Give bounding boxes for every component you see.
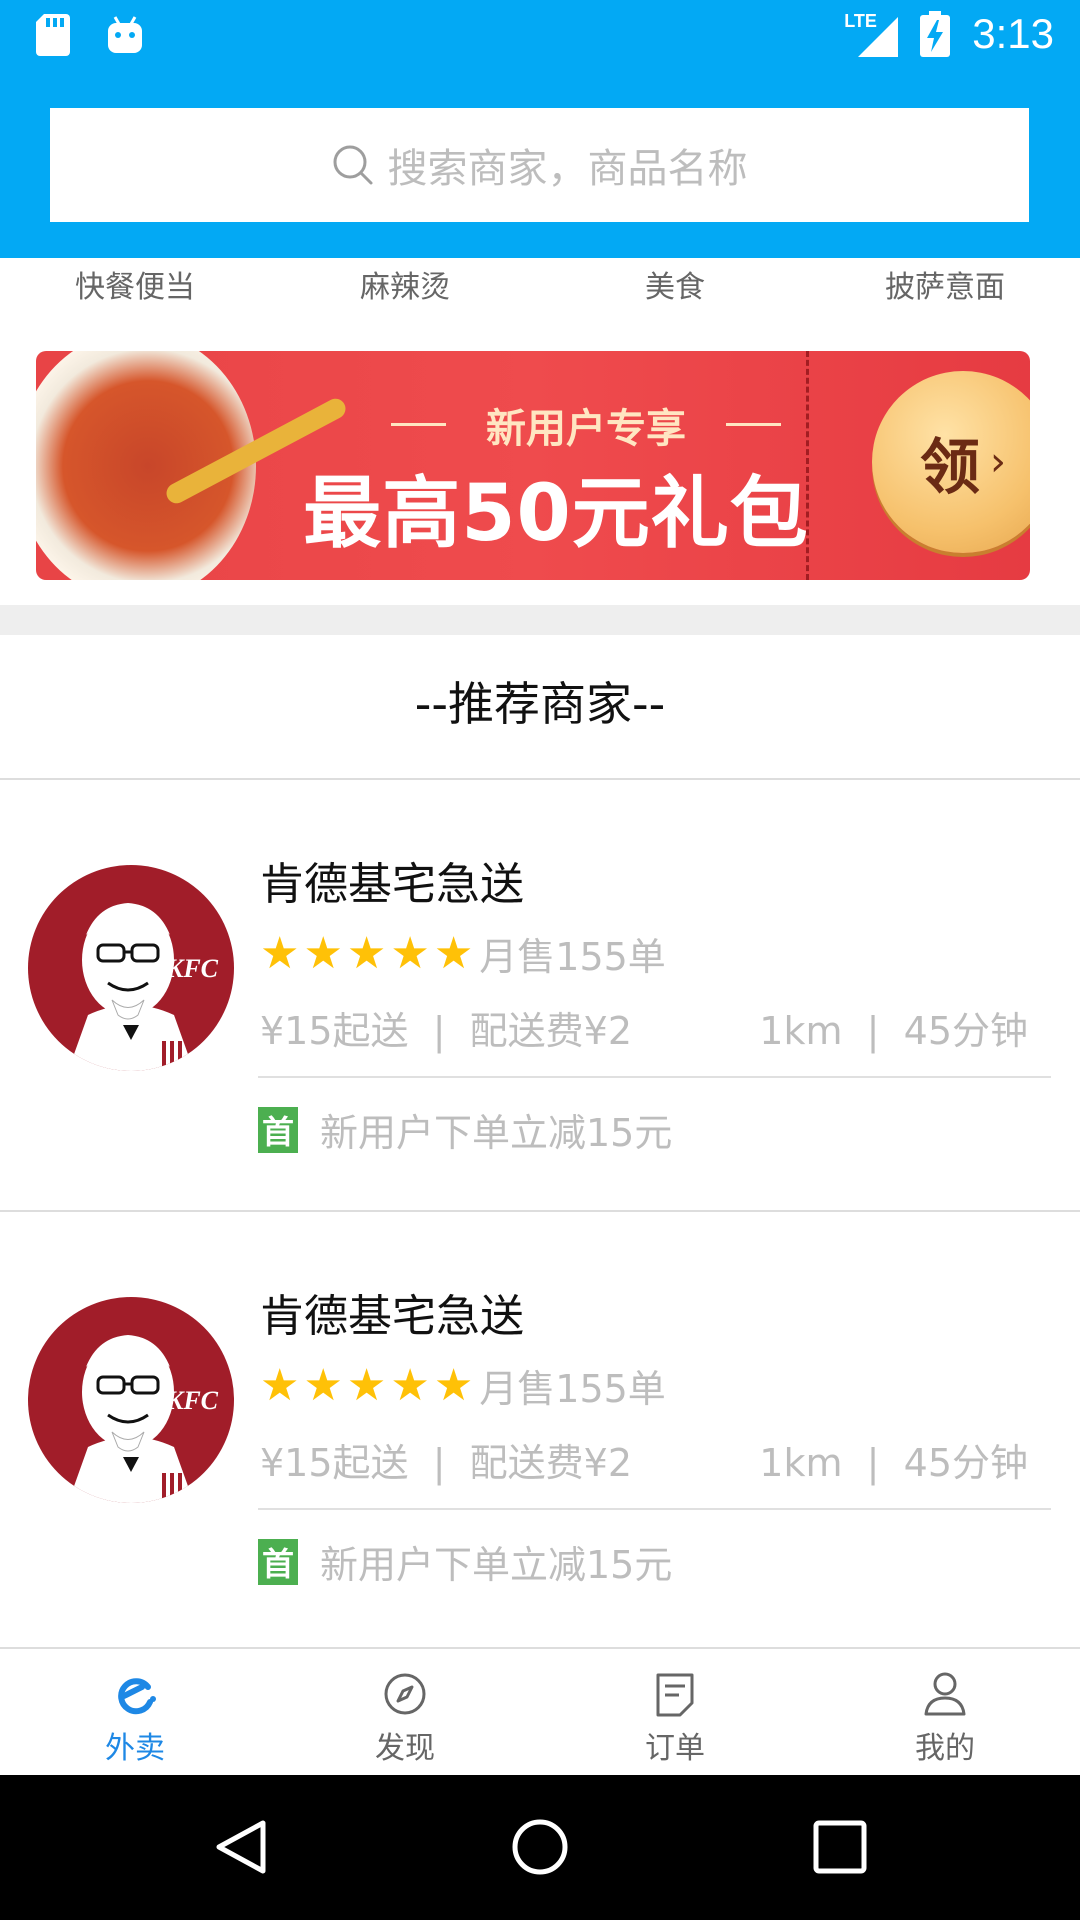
star-icon: ★ — [260, 927, 300, 979]
app-header: LTE 3:13 搜索商家，商品名称 — [0, 0, 1080, 258]
promo-banner[interactable]: 新用户专享 最高50元礼包 领 › — [36, 351, 1030, 580]
search-icon — [333, 145, 372, 185]
banner-subtitle: 新用户专享 — [486, 406, 686, 452]
status-right: LTE 3:13 — [844, 10, 1054, 58]
section-gap — [0, 605, 1080, 635]
delivery-info-right: 1km | 45分钟 — [759, 1000, 1028, 1055]
category-item[interactable]: 麻辣烫 — [270, 262, 540, 306]
status-left — [36, 14, 144, 56]
delivery-fee: 配送费¥2 — [469, 1441, 633, 1485]
category-item[interactable]: 披萨意面 — [810, 262, 1080, 306]
min-order: ¥15起送 — [260, 1441, 409, 1485]
promo-text: 新用户下单立减15元 — [320, 1111, 673, 1155]
star-icon: ★ — [303, 927, 343, 979]
separator: | — [854, 1441, 904, 1485]
separator: | — [420, 1441, 470, 1485]
star-icon: ★ — [433, 927, 474, 979]
category-item[interactable]: 快餐便当 — [0, 262, 270, 306]
delivery-time: 45分钟 — [903, 1009, 1028, 1053]
status-bar: LTE 3:13 — [0, 0, 1080, 75]
tab-label: 发现 — [375, 1731, 435, 1766]
monthly-sales: 月售155单 — [479, 935, 666, 979]
separator: | — [420, 1009, 470, 1053]
promo-badge: 首 — [258, 1538, 298, 1585]
merchant-card[interactable]: KFC 肯德基宅急送 ★ ★ ★ ★ ★ 月售155单 ¥15起送 | 配送费¥… — [0, 780, 1080, 1212]
search-placeholder: 搜索商家，商品名称 — [387, 146, 748, 192]
chevron-right-icon: › — [990, 439, 1006, 485]
section-title: --推荐商家-- — [414, 677, 666, 731]
delivery-fee: 配送费¥2 — [469, 1009, 633, 1053]
star-icon: ★ — [260, 1359, 300, 1411]
bottom-nav: 外卖 发现 订单 我的 — [0, 1647, 1080, 1775]
card-divider — [258, 1076, 1051, 1078]
min-order: ¥15起送 — [260, 1009, 409, 1053]
claim-button[interactable]: 领 › — [872, 371, 1030, 553]
delivery-info-row: ¥15起送 | 配送费¥2 1km | 45分钟 — [260, 1000, 1028, 1055]
merchant-name: 肯德基宅急送 — [260, 859, 524, 910]
tab-orders[interactable]: 订单 — [540, 1649, 810, 1775]
delivery-info-left: ¥15起送 | 配送费¥2 — [260, 1432, 632, 1487]
rating-stars: ★ ★ ★ ★ ★ 月售155单 — [260, 926, 666, 981]
tab-discover[interactable]: 发现 — [270, 1649, 540, 1775]
star-icon: ★ — [346, 1359, 387, 1411]
kfc-logo: KFC — [28, 1297, 234, 1503]
promo-row: 首 新用户下单立减15元 — [258, 1534, 672, 1589]
android-icon — [108, 16, 142, 53]
separator: | — [854, 1009, 904, 1053]
category-row: 快餐便当 麻辣烫 美食 披萨意面 — [0, 258, 1080, 308]
kfc-logo: KFC — [28, 865, 234, 1071]
card-divider — [258, 1508, 1051, 1510]
status-time: 3:13 — [972, 10, 1054, 57]
delivery-info-right: 1km | 45分钟 — [759, 1432, 1028, 1487]
promo-row: 首 新用户下单立减15元 — [258, 1102, 672, 1157]
recents-icon[interactable] — [810, 1817, 870, 1877]
compass-icon — [384, 1673, 426, 1715]
promo-badge: 首 — [258, 1106, 298, 1153]
star-icon: ★ — [346, 927, 387, 979]
category-item[interactable]: 美食 — [540, 262, 810, 306]
distance: 1km — [759, 1009, 843, 1053]
star-icon: ★ — [303, 1359, 343, 1411]
sd-card-icon — [36, 14, 70, 56]
claim-label: 领 — [920, 432, 980, 503]
tab-takeout[interactable]: 外卖 — [0, 1649, 270, 1775]
kfc-logo-text: KFC — [165, 954, 219, 983]
distance: 1km — [759, 1441, 843, 1485]
delivery-time: 45分钟 — [903, 1441, 1028, 1485]
tab-profile[interactable]: 我的 — [810, 1649, 1080, 1775]
system-nav-bar — [0, 1775, 1080, 1920]
promo-text: 新用户下单立减15元 — [320, 1543, 673, 1587]
tab-label: 订单 — [645, 1731, 705, 1766]
star-icon: ★ — [433, 1359, 474, 1411]
delivery-info-left: ¥15起送 | 配送费¥2 — [260, 1000, 632, 1055]
rating-stars: ★ ★ ★ ★ ★ 月售155单 — [260, 1358, 666, 1413]
search-input[interactable]: 搜索商家，商品名称 — [50, 108, 1029, 222]
merchant-card[interactable]: KFC 肯德基宅急送 ★ ★ ★ ★ ★ 月售155单 ¥15起送 | 配送费¥… — [0, 1212, 1080, 1644]
back-icon[interactable] — [211, 1817, 271, 1877]
user-icon — [924, 1672, 966, 1716]
merchant-name: 肯德基宅急送 — [260, 1291, 524, 1342]
eleme-icon — [118, 1678, 156, 1715]
signal-icon: LTE — [844, 11, 899, 57]
order-icon — [656, 1673, 694, 1717]
delivery-info-row: ¥15起送 | 配送费¥2 1km | 45分钟 — [260, 1432, 1028, 1487]
kfc-logo-text: KFC — [165, 1386, 219, 1415]
monthly-sales: 月售155单 — [479, 1367, 666, 1411]
star-icon: ★ — [390, 1359, 430, 1411]
ticket-divider — [806, 351, 809, 580]
star-icon: ★ — [390, 927, 430, 979]
tab-label: 我的 — [915, 1731, 975, 1766]
banner-title: 最高50元礼包 — [303, 469, 809, 559]
battery-icon — [920, 11, 951, 57]
tab-label: 外卖 — [105, 1731, 165, 1766]
home-icon[interactable] — [510, 1817, 570, 1877]
